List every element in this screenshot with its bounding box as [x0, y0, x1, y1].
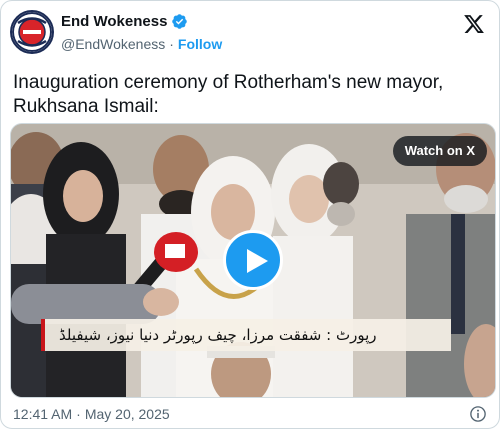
author-avatar[interactable] — [10, 10, 54, 54]
verified-badge-icon — [172, 14, 188, 29]
tweet-time: 12:41 AM — [13, 406, 73, 422]
play-icon — [247, 249, 268, 273]
avatar-logo-icon — [12, 12, 52, 52]
tweet-card: End Wokeness @EndWokeness · Follow Inaug… — [0, 0, 500, 429]
author-display-name[interactable]: End Wokeness — [61, 13, 167, 30]
watch-on-x-button[interactable]: Watch on X — [392, 136, 487, 166]
tweet-text: Inauguration ceremony of Rotherham's new… — [13, 72, 444, 117]
timestamp-separator: · — [76, 406, 81, 422]
follow-button[interactable]: Follow — [178, 36, 222, 52]
author-name-row: End Wokeness — [61, 13, 188, 30]
x-logo-icon[interactable] — [463, 13, 485, 35]
author-handle-row: @EndWokeness · Follow — [61, 36, 222, 52]
tweet-date: May 20, 2025 — [84, 406, 170, 422]
urdu-caption-banner: رپورٹ : شفقت مرزا، چیف رپورٹر دنیا نیوز،… — [41, 319, 451, 351]
tweet-timestamp[interactable]: 12:41 AM · May 20, 2025 — [13, 406, 170, 422]
author-handle[interactable]: @EndWokeness — [61, 36, 165, 52]
handle-separator: · — [169, 36, 174, 52]
info-icon[interactable] — [469, 405, 487, 423]
play-button[interactable] — [223, 230, 283, 290]
video-player[interactable]: Watch on X رپورٹ : شفقت مرزا، چیف رپورٹر… — [10, 123, 496, 398]
